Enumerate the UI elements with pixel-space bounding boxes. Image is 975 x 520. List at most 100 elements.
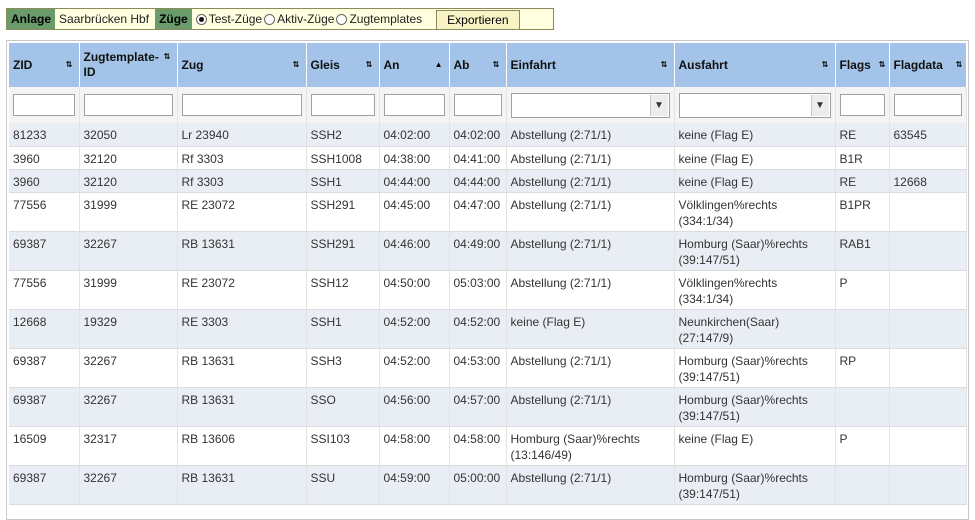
cell-einfahrt: Abstellung (2:71/1) — [506, 146, 675, 170]
cell-einfahrt: Abstellung (2:71/1) — [506, 465, 675, 505]
col-zid[interactable]: ZID ⇅ — [9, 43, 80, 87]
col-ausfahrt-label: Ausfahrt — [678, 57, 728, 72]
cell-zug: RE 3303 — [177, 309, 307, 349]
col-ausfahrt[interactable]: Ausfahrt ⇅ — [674, 43, 836, 87]
col-ab[interactable]: Ab ⇅ — [449, 43, 507, 87]
cell-flagdata — [889, 348, 967, 388]
table-row[interactable]: 3960 32120 Rf 3303 SSH1008 04:38:00 04:41:00 A… — [9, 146, 967, 170]
sort-icon[interactable]: ⇅ — [164, 53, 171, 61]
radio-aktiv-zuege-label[interactable]: Aktiv-Züge — [277, 12, 334, 26]
cell-zugtemplate-id: 32317 — [79, 426, 178, 466]
col-flagdata[interactable]: Flagdata ⇅ — [889, 43, 967, 87]
cell-flags: B1PR — [835, 192, 890, 232]
cell-flagdata — [889, 387, 967, 427]
table-row[interactable]: 69387 32267 RB 13631 SSO 04:56:00 04:57:00 Abs… — [9, 387, 967, 427]
cell-zug: RB 13606 — [177, 426, 307, 466]
cell-einfahrt: Abstellung (2:71/1) — [506, 387, 675, 427]
col-gleis-label: Gleis — [310, 57, 340, 72]
sort-icon[interactable]: ⇅ — [661, 61, 668, 69]
table-frame: ZID ⇅ Zugtemplate-ID ⇅ Zug ⇅ Gleis ⇅ An ▲ Ab ⇅… — [6, 40, 969, 520]
table-row[interactable]: 81233 32050 Lr 23940 SSH2 04:02:00 04:02:00 Ab… — [9, 123, 967, 147]
cell-gleis: SSH291 — [306, 192, 380, 232]
cell-zug: Rf 3303 — [177, 146, 307, 170]
filter-einfahrt-select[interactable]: ▼ — [510, 92, 670, 118]
cell-an: 04:45:00 — [379, 192, 450, 232]
sort-icon[interactable]: ⇅ — [493, 61, 500, 69]
train-type-radio-group: Test-Züge Aktiv-Züge Zugtemplates — [192, 9, 430, 29]
radio-zugtemplates[interactable]: Zugtemplates — [336, 12, 422, 26]
cell-zid: 69387 — [9, 387, 80, 427]
table-row[interactable]: 69387 32267 RB 13631 SSU 04:59:00 05:00:00 Abs… — [9, 465, 967, 505]
table-row[interactable]: 12668 19329 RE 3303 SSH1 04:52:00 04:52:00 kei… — [9, 309, 967, 349]
radio-test-zuege[interactable]: Test-Züge — [195, 12, 262, 26]
filter-gleis-input[interactable] — [310, 94, 375, 116]
filter-zid-input[interactable] — [13, 94, 75, 116]
sort-icon[interactable]: ⇅ — [366, 61, 373, 69]
anlage-value[interactable]: Saarbrücken Hbf — [55, 9, 155, 29]
cell-einfahrt: keine (Flag E) — [506, 309, 675, 349]
table-row[interactable]: 69387 32267 RB 13631 SSH291 04:46:00 04:49:00… — [9, 231, 967, 271]
filter-cell — [306, 87, 380, 123]
toolbar: Anlage Saarbrücken Hbf Züge Test-Züge Ak… — [6, 8, 554, 30]
cell-einfahrt: Abstellung (2:71/1) — [506, 348, 675, 388]
cell-zid: 69387 — [9, 465, 80, 505]
col-zugtemplate-id[interactable]: Zugtemplate-ID ⇅ — [79, 43, 178, 87]
table-row[interactable]: 3960 32120 Rf 3303 SSH1 04:44:00 04:44:00 Abst… — [9, 169, 967, 193]
radio-aktiv-zuege[interactable]: Aktiv-Züge — [264, 12, 334, 26]
cell-zid: 69387 — [9, 348, 80, 388]
sort-icon[interactable]: ⇅ — [293, 61, 300, 69]
cell-zugtemplate-id: 32120 — [79, 146, 178, 170]
cell-einfahrt: Abstellung (2:71/1) — [506, 270, 675, 310]
export-button[interactable]: Exportieren — [436, 9, 520, 30]
cell-ausfahrt: Völklingen%rechts (334:1/34) — [674, 270, 836, 310]
filter-cell — [449, 87, 507, 123]
radio-test-zuege-label[interactable]: Test-Züge — [209, 12, 262, 26]
filter-flags-input[interactable] — [839, 94, 885, 116]
cell-ausfahrt: Homburg (Saar)%rechts (39:147/51) — [674, 231, 836, 271]
cell-zugtemplate-id: 32120 — [79, 169, 178, 193]
col-an-label: An — [383, 57, 400, 72]
cell-flagdata — [889, 146, 967, 170]
table-row[interactable]: 77556 31999 RE 23072 SSH291 04:45:00 04:47:00… — [9, 192, 967, 232]
chevron-down-icon[interactable]: ▼ — [649, 94, 668, 116]
header-row: ZID ⇅ Zugtemplate-ID ⇅ Zug ⇅ Gleis ⇅ An ▲ Ab ⇅… — [9, 43, 967, 87]
cell-flags — [835, 465, 890, 505]
filter-flagdata-input[interactable] — [893, 94, 962, 116]
cell-ab: 05:00:00 — [449, 465, 507, 505]
filter-zugtemplate-id-input[interactable] — [83, 94, 173, 116]
filter-row: ▼ ▼ — [9, 87, 967, 123]
table-row[interactable]: 77556 31999 RE 23072 SSH12 04:50:00 05:03:00 A… — [9, 270, 967, 310]
filter-ab-input[interactable] — [453, 94, 502, 116]
col-flags[interactable]: Flags ⇅ — [835, 43, 890, 87]
table-row[interactable]: 69387 32267 RB 13631 SSH3 04:52:00 04:53:00 Ab… — [9, 348, 967, 388]
table-row[interactable]: 16509 32317 RB 13606 SSI103 04:58:00 04:58:00… — [9, 426, 967, 466]
col-gleis[interactable]: Gleis ⇅ — [306, 43, 380, 87]
cell-ab: 04:44:00 — [449, 169, 507, 193]
sort-icon[interactable]: ⇅ — [66, 61, 73, 69]
filter-an-input[interactable] — [383, 94, 445, 116]
radio-aktiv-zuege-indicator[interactable] — [264, 13, 276, 25]
filter-ausfahrt-select[interactable]: ▼ — [678, 92, 831, 118]
sort-asc-icon[interactable]: ▲ — [435, 61, 443, 69]
cell-flags — [835, 309, 890, 349]
cell-zug: RB 13631 — [177, 231, 307, 271]
radio-zugtemplates-label[interactable]: Zugtemplates — [349, 12, 422, 26]
sort-icon[interactable]: ⇅ — [879, 61, 886, 69]
radio-zugtemplates-indicator[interactable] — [336, 13, 348, 25]
cell-zid: 16509 — [9, 426, 80, 466]
cell-ab: 04:53:00 — [449, 348, 507, 388]
cell-einfahrt: Abstellung (2:71/1) — [506, 169, 675, 193]
col-zug[interactable]: Zug ⇅ — [177, 43, 307, 87]
train-table: ZID ⇅ Zugtemplate-ID ⇅ Zug ⇅ Gleis ⇅ An ▲ Ab ⇅… — [9, 43, 967, 505]
cell-zugtemplate-id: 19329 — [79, 309, 178, 349]
filter-zug-input[interactable] — [181, 94, 302, 116]
col-zug-label: Zug — [181, 57, 204, 72]
cell-gleis: SSH291 — [306, 231, 380, 271]
sort-icon[interactable]: ⇅ — [822, 61, 829, 69]
export-button-wrap: Exportieren — [430, 9, 520, 30]
col-einfahrt[interactable]: Einfahrt ⇅ — [506, 43, 675, 87]
col-an[interactable]: An ▲ — [379, 43, 450, 87]
sort-icon[interactable]: ⇅ — [956, 61, 963, 69]
radio-test-zuege-indicator[interactable] — [195, 13, 207, 25]
chevron-down-icon[interactable]: ▼ — [810, 94, 829, 116]
